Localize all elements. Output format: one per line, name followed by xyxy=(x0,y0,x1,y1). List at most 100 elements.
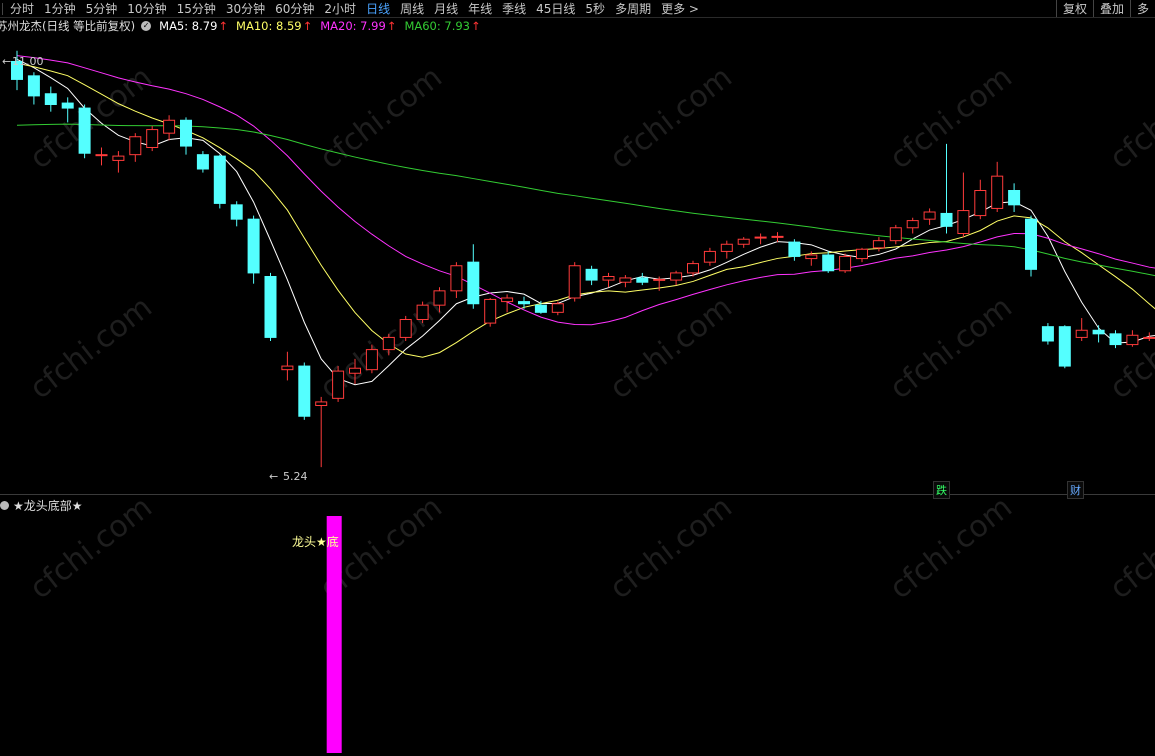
candle-body xyxy=(163,119,176,134)
settings-gear-icon[interactable]: ✓ xyxy=(141,21,152,31)
candle-body xyxy=(180,119,192,147)
candle-body xyxy=(61,102,74,109)
candle-body xyxy=(788,241,801,257)
candle-body xyxy=(568,265,581,299)
tab-2hour[interactable]: 2小时 xyxy=(319,0,361,17)
candle-body xyxy=(923,211,936,220)
candle-body xyxy=(653,278,666,281)
stock-title[interactable]: 苏州龙杰(日线 等比前复权) xyxy=(0,18,135,34)
candle-body xyxy=(889,227,902,242)
tab-60min[interactable]: 60分钟 xyxy=(270,0,319,17)
candle-body xyxy=(1075,329,1088,338)
ma5-up-arrow-icon: ↑ xyxy=(218,19,229,33)
candle-body xyxy=(534,304,547,313)
candle-body xyxy=(754,236,767,239)
tab-monthly[interactable]: 月线 xyxy=(429,0,463,17)
candle-body xyxy=(957,210,970,234)
watermark-text: cfchi.com xyxy=(1103,490,1155,607)
tab-45day[interactable]: 45日线 xyxy=(531,0,580,17)
candle-body xyxy=(737,238,750,245)
candle-body xyxy=(27,75,40,97)
candle-body xyxy=(1109,333,1122,346)
candle-body xyxy=(196,154,209,170)
high-price-label: 11.00 xyxy=(12,55,44,68)
period-toolbar: 分时 1分钟 5分钟 10分钟 15分钟 30分钟 60分钟 2小时 日线 周线… xyxy=(0,0,1155,18)
tab-quarterly[interactable]: 季线 xyxy=(497,0,531,17)
candle-body xyxy=(974,190,987,217)
watermark-text: cfchi.com xyxy=(883,290,1018,407)
candle-body xyxy=(281,365,294,371)
tab-1min[interactable]: 1分钟 xyxy=(39,0,81,17)
candle-body xyxy=(1143,336,1155,339)
watermark-text: cfchi.com xyxy=(23,60,158,177)
candle-body xyxy=(399,319,412,338)
tab-30min[interactable]: 30分钟 xyxy=(221,0,270,17)
tab-15min[interactable]: 15分钟 xyxy=(172,0,221,17)
candle-body xyxy=(1092,329,1105,335)
candle-body xyxy=(940,212,953,227)
tab-weekly[interactable]: 周线 xyxy=(395,0,429,17)
signal-bar xyxy=(326,516,342,753)
ma60-value: MA60: 7.93↑ xyxy=(404,19,481,33)
watermark-text: cfchi.com xyxy=(603,290,738,407)
candle-body xyxy=(247,218,260,274)
candle-body xyxy=(585,268,598,281)
ma10-value: MA10: 8.59↑ xyxy=(236,19,313,33)
candle-body xyxy=(856,248,868,260)
indicator-toggle-icon[interactable] xyxy=(0,501,9,510)
candle-body xyxy=(991,175,1004,209)
candle-body xyxy=(298,365,311,417)
tab-5sec[interactable]: 5秒 xyxy=(580,0,610,17)
candle-body xyxy=(602,276,615,281)
candle-body xyxy=(805,254,818,260)
ma20-up-arrow-icon: ↑ xyxy=(386,19,397,33)
overlay-button[interactable]: 叠加 xyxy=(1092,0,1130,17)
indicator-panel: 龙头★底 xyxy=(292,516,342,753)
indicator-title[interactable]: ★龙头底部★ xyxy=(13,497,83,514)
candle-body xyxy=(703,250,716,263)
more-right-button[interactable]: 多 xyxy=(1129,0,1155,17)
event-badge-die[interactable]: 跌 xyxy=(933,481,950,499)
kline-chart[interactable]: cfchi.com cfchi.com cfchi.com cfchi.com cfch… xyxy=(0,0,1155,756)
candle-body xyxy=(450,265,463,292)
candle-body xyxy=(822,254,835,272)
candle-body xyxy=(315,401,328,406)
signal-label: 龙头★底 xyxy=(292,534,339,549)
watermark-text: cfchi.com xyxy=(1103,60,1155,177)
tab-multi-period[interactable]: 多周期 xyxy=(610,0,656,17)
tab-fenshi[interactable]: 分时 xyxy=(5,0,39,17)
candle-body xyxy=(1008,190,1021,206)
candle-body xyxy=(720,243,733,252)
candle-body xyxy=(129,136,142,156)
restore-rights-button[interactable]: 复权 xyxy=(1055,0,1093,17)
panel-divider[interactable] xyxy=(0,494,1155,495)
tab-10min[interactable]: 10分钟 xyxy=(122,0,171,17)
tab-5min[interactable]: 5分钟 xyxy=(81,0,123,17)
candle-body xyxy=(230,204,243,220)
chart-info-bar: 苏州龙杰(日线 等比前复权) ✓ MA5: 8.79↑ MA10: 8.59↑ … xyxy=(0,18,481,34)
candle-body xyxy=(839,255,852,272)
ma20-value: MA20: 7.99↑ xyxy=(320,19,397,33)
tab-yearly[interactable]: 年线 xyxy=(463,0,497,17)
candle-body xyxy=(872,240,885,249)
candle-body xyxy=(416,304,429,320)
candle-body xyxy=(264,276,277,338)
low-price-arrow: ← xyxy=(269,470,278,483)
tab-more[interactable]: 更多 > xyxy=(656,0,704,17)
candle-body xyxy=(1126,334,1139,346)
ma60-up-arrow-icon: ↑ xyxy=(471,19,481,33)
indicator-title-bar: ★龙头底部★ xyxy=(0,497,83,514)
candle-body xyxy=(146,129,159,148)
watermark-layer: cfchi.com cfchi.com cfchi.com cfchi.com cfch… xyxy=(23,60,1155,607)
high-price-arrow: ← xyxy=(2,55,11,68)
candle-body xyxy=(687,263,699,274)
tab-daily[interactable]: 日线 xyxy=(361,0,395,17)
ma5-value: MA5: 8.79↑ xyxy=(159,19,229,33)
watermark-text: cfchi.com xyxy=(603,60,738,177)
candle-body xyxy=(906,220,919,229)
candle-body xyxy=(467,261,480,305)
candle-body xyxy=(365,349,378,371)
candle-body xyxy=(213,155,226,204)
event-badge-cai[interactable]: 财 xyxy=(1067,481,1084,499)
candle-body xyxy=(518,301,530,305)
